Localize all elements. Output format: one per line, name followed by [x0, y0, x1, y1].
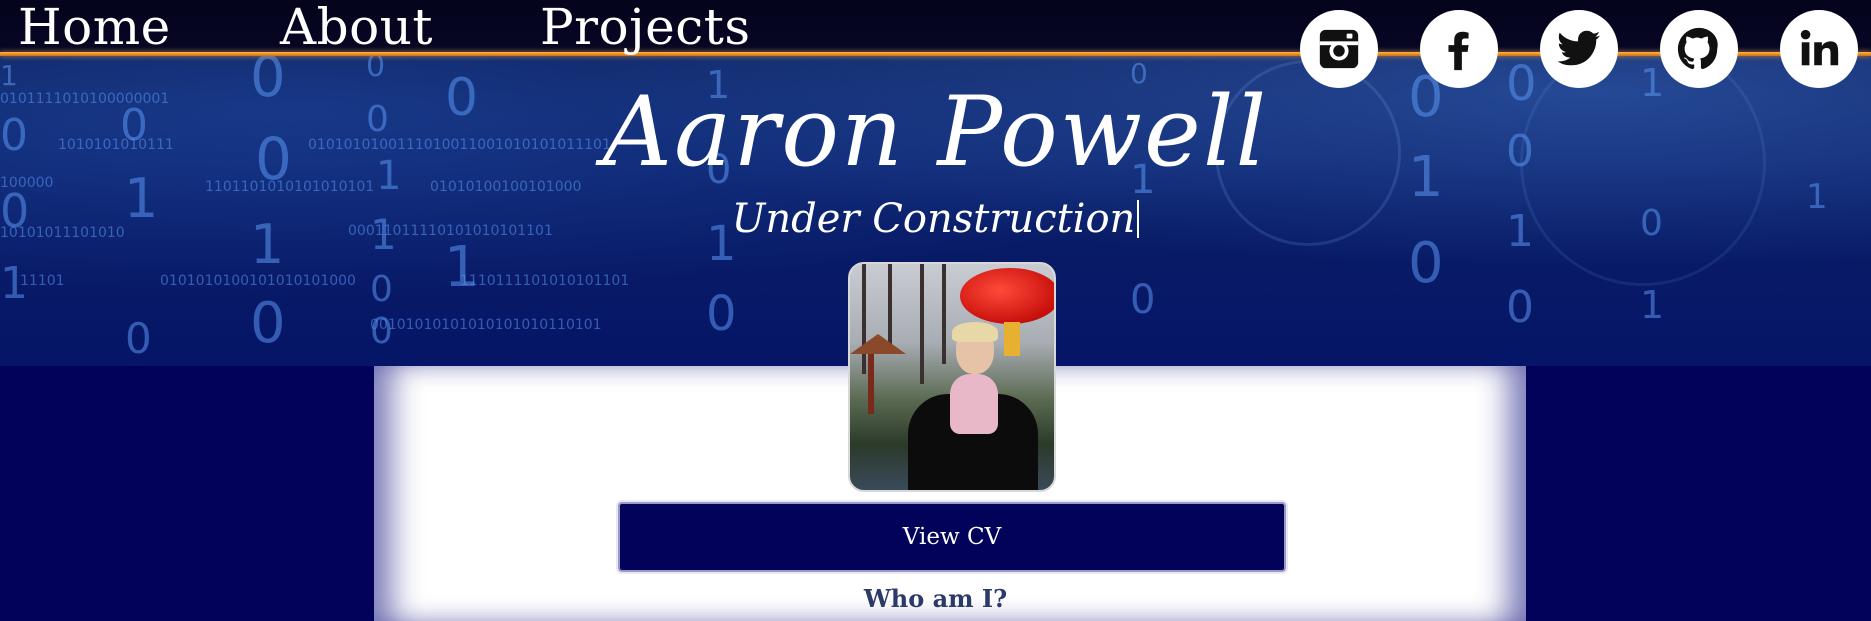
photo-tree [920, 264, 924, 384]
binary-decoration: 0 [250, 291, 286, 356]
nav-link-home[interactable]: Home [18, 0, 171, 56]
twitter-icon[interactable] [1540, 10, 1618, 88]
facebook-icon [1448, 31, 1469, 71]
twitter-icon [1557, 30, 1601, 66]
nav-link-about[interactable]: About [280, 0, 433, 56]
facebook-icon[interactable] [1420, 10, 1498, 88]
github-icon[interactable] [1660, 10, 1738, 88]
binary-decoration: 11101 [20, 273, 65, 289]
photo-lantern [960, 268, 1054, 324]
hero-name: Aaron Powell [602, 76, 1269, 188]
instagram-icon[interactable] [1300, 10, 1378, 88]
photo-tree [942, 264, 946, 364]
binary-decoration: 1110111101010101101 [460, 273, 630, 289]
github-icon [1677, 27, 1718, 70]
binary-decoration: 1 [1640, 283, 1665, 327]
view-cv-button[interactable]: View CV [618, 502, 1286, 572]
binary-decoration: 0 [1408, 231, 1444, 296]
binary-decoration: 0 [1130, 277, 1156, 323]
binary-decoration: 0 [125, 314, 152, 363]
hero-tagline-text: Under Construction [731, 196, 1136, 242]
nav-link-projects[interactable]: Projects [540, 0, 751, 56]
photo-pillar [868, 354, 874, 414]
photo-tassel [1004, 322, 1020, 356]
typing-cursor [1137, 200, 1140, 238]
binary-decoration: 00101010101010101010110101 [370, 317, 602, 333]
binary-decoration: 0 [706, 286, 737, 342]
hero-tagline: Under Construction [0, 196, 1871, 242]
photo-tree [862, 264, 866, 374]
linkedin-icon[interactable] [1780, 10, 1858, 88]
linkedin-icon [1800, 29, 1839, 66]
photo-person-hoodie [950, 374, 998, 434]
profile-photo [848, 262, 1056, 492]
photo-tree [888, 264, 892, 354]
photo-pagoda [850, 334, 906, 354]
binary-decoration: 0101010100101010101000 [160, 273, 356, 289]
who-am-i-heading: Who am I? [863, 584, 1008, 613]
photo-person-hair [952, 322, 998, 342]
instagram-icon [1319, 29, 1359, 69]
binary-decoration: 0 [370, 269, 393, 310]
binary-decoration: 0 [1506, 282, 1534, 333]
